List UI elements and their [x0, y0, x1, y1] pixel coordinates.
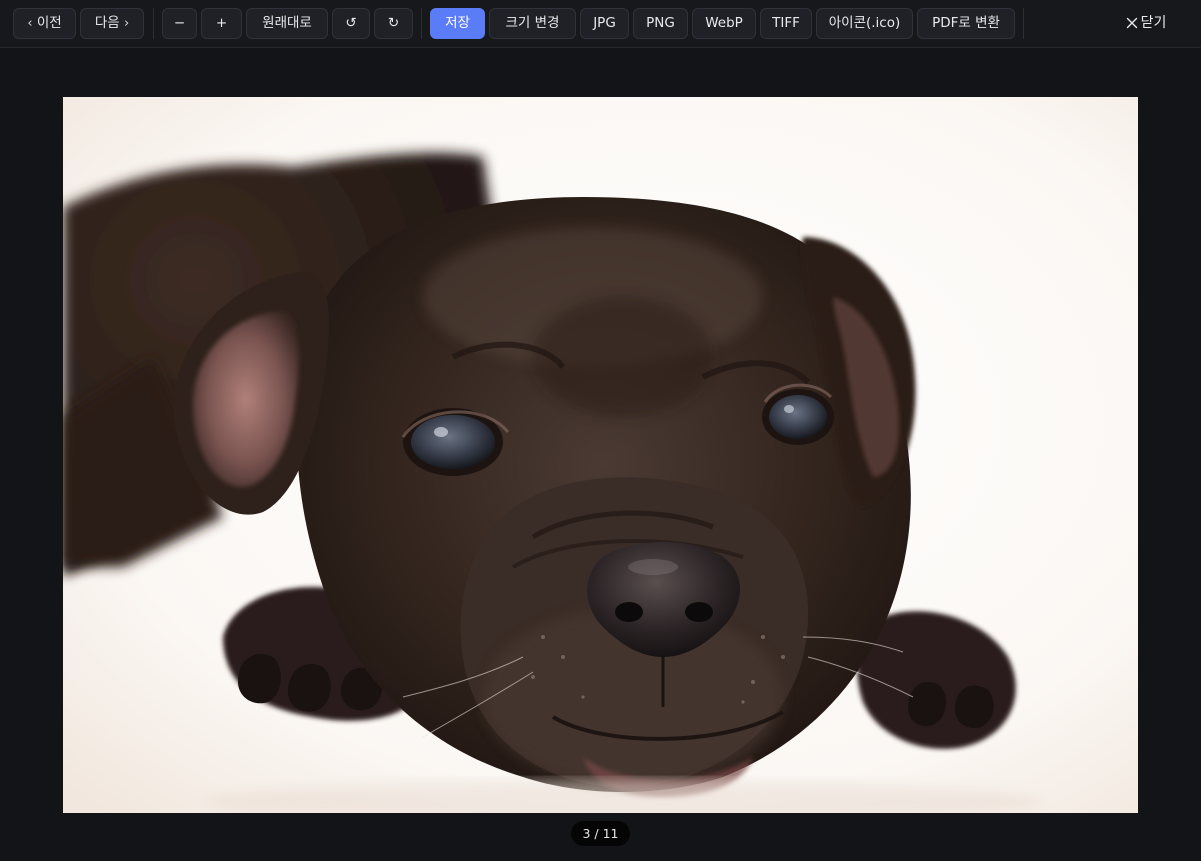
reset-zoom-label: 원래대로 — [262, 15, 312, 31]
toolbar-divider — [153, 8, 154, 39]
toolbar-divider — [421, 8, 422, 39]
zoom-out-button[interactable]: − — [162, 8, 197, 39]
reset-zoom-button[interactable]: 원래대로 — [246, 8, 328, 39]
chevron-left-icon: ‹ — [27, 16, 33, 31]
close-button-label: 닫기 — [1140, 15, 1167, 31]
puppy-photo — [63, 97, 1138, 813]
tiff-label: TIFF — [772, 15, 800, 31]
save-button-label: 저장 — [445, 15, 470, 31]
close-icon — [1126, 17, 1137, 29]
close-button[interactable]: 닫기 — [1112, 8, 1180, 39]
rotate-left-button[interactable]: ↺ — [332, 8, 370, 39]
convert-tiff-button[interactable]: TIFF — [760, 8, 812, 39]
convert-pdf-button[interactable]: PDF로 변환 — [917, 8, 1015, 39]
rotate-right-icon: ↻ — [387, 15, 400, 31]
pdf-label: PDF로 변환 — [932, 15, 1000, 31]
toolbar: ‹ 이전 다음 › − + 원래대로 ↺ ↻ 저장 크기 변경 JPG PNG … — [0, 0, 1201, 48]
convert-webp-button[interactable]: WebP — [692, 8, 756, 39]
convert-ico-button[interactable]: 아이콘(.ico) — [816, 8, 913, 39]
save-button[interactable]: 저장 — [430, 8, 485, 39]
next-button[interactable]: 다음 › — [80, 8, 144, 39]
next-button-label: 다음 — [94, 15, 120, 31]
resize-button[interactable]: 크기 변경 — [489, 8, 576, 39]
image-stage — [63, 97, 1138, 813]
zoom-in-button[interactable]: + — [201, 8, 242, 39]
convert-jpg-button[interactable]: JPG — [580, 8, 629, 39]
webp-label: WebP — [705, 15, 743, 31]
resize-button-label: 크기 변경 — [505, 15, 560, 31]
convert-png-button[interactable]: PNG — [633, 8, 688, 39]
zoom-in-label: + — [215, 15, 228, 31]
prev-button[interactable]: ‹ 이전 — [13, 8, 76, 39]
image-viewer: ‹ 이전 다음 › − + 원래대로 ↺ ↻ 저장 크기 변경 JPG PNG … — [0, 0, 1201, 861]
image-counter: 3 / 11 — [571, 821, 630, 846]
toolbar-divider — [1023, 8, 1024, 39]
prev-button-label: 이전 — [36, 15, 62, 31]
jpg-label: JPG — [593, 15, 616, 31]
zoom-out-label: − — [173, 15, 186, 31]
ico-label: 아이콘(.ico) — [828, 15, 901, 31]
chevron-right-icon: › — [123, 16, 130, 31]
rotate-right-button[interactable]: ↻ — [374, 8, 413, 39]
png-label: PNG — [646, 15, 675, 31]
rotate-left-icon: ↺ — [345, 15, 357, 31]
